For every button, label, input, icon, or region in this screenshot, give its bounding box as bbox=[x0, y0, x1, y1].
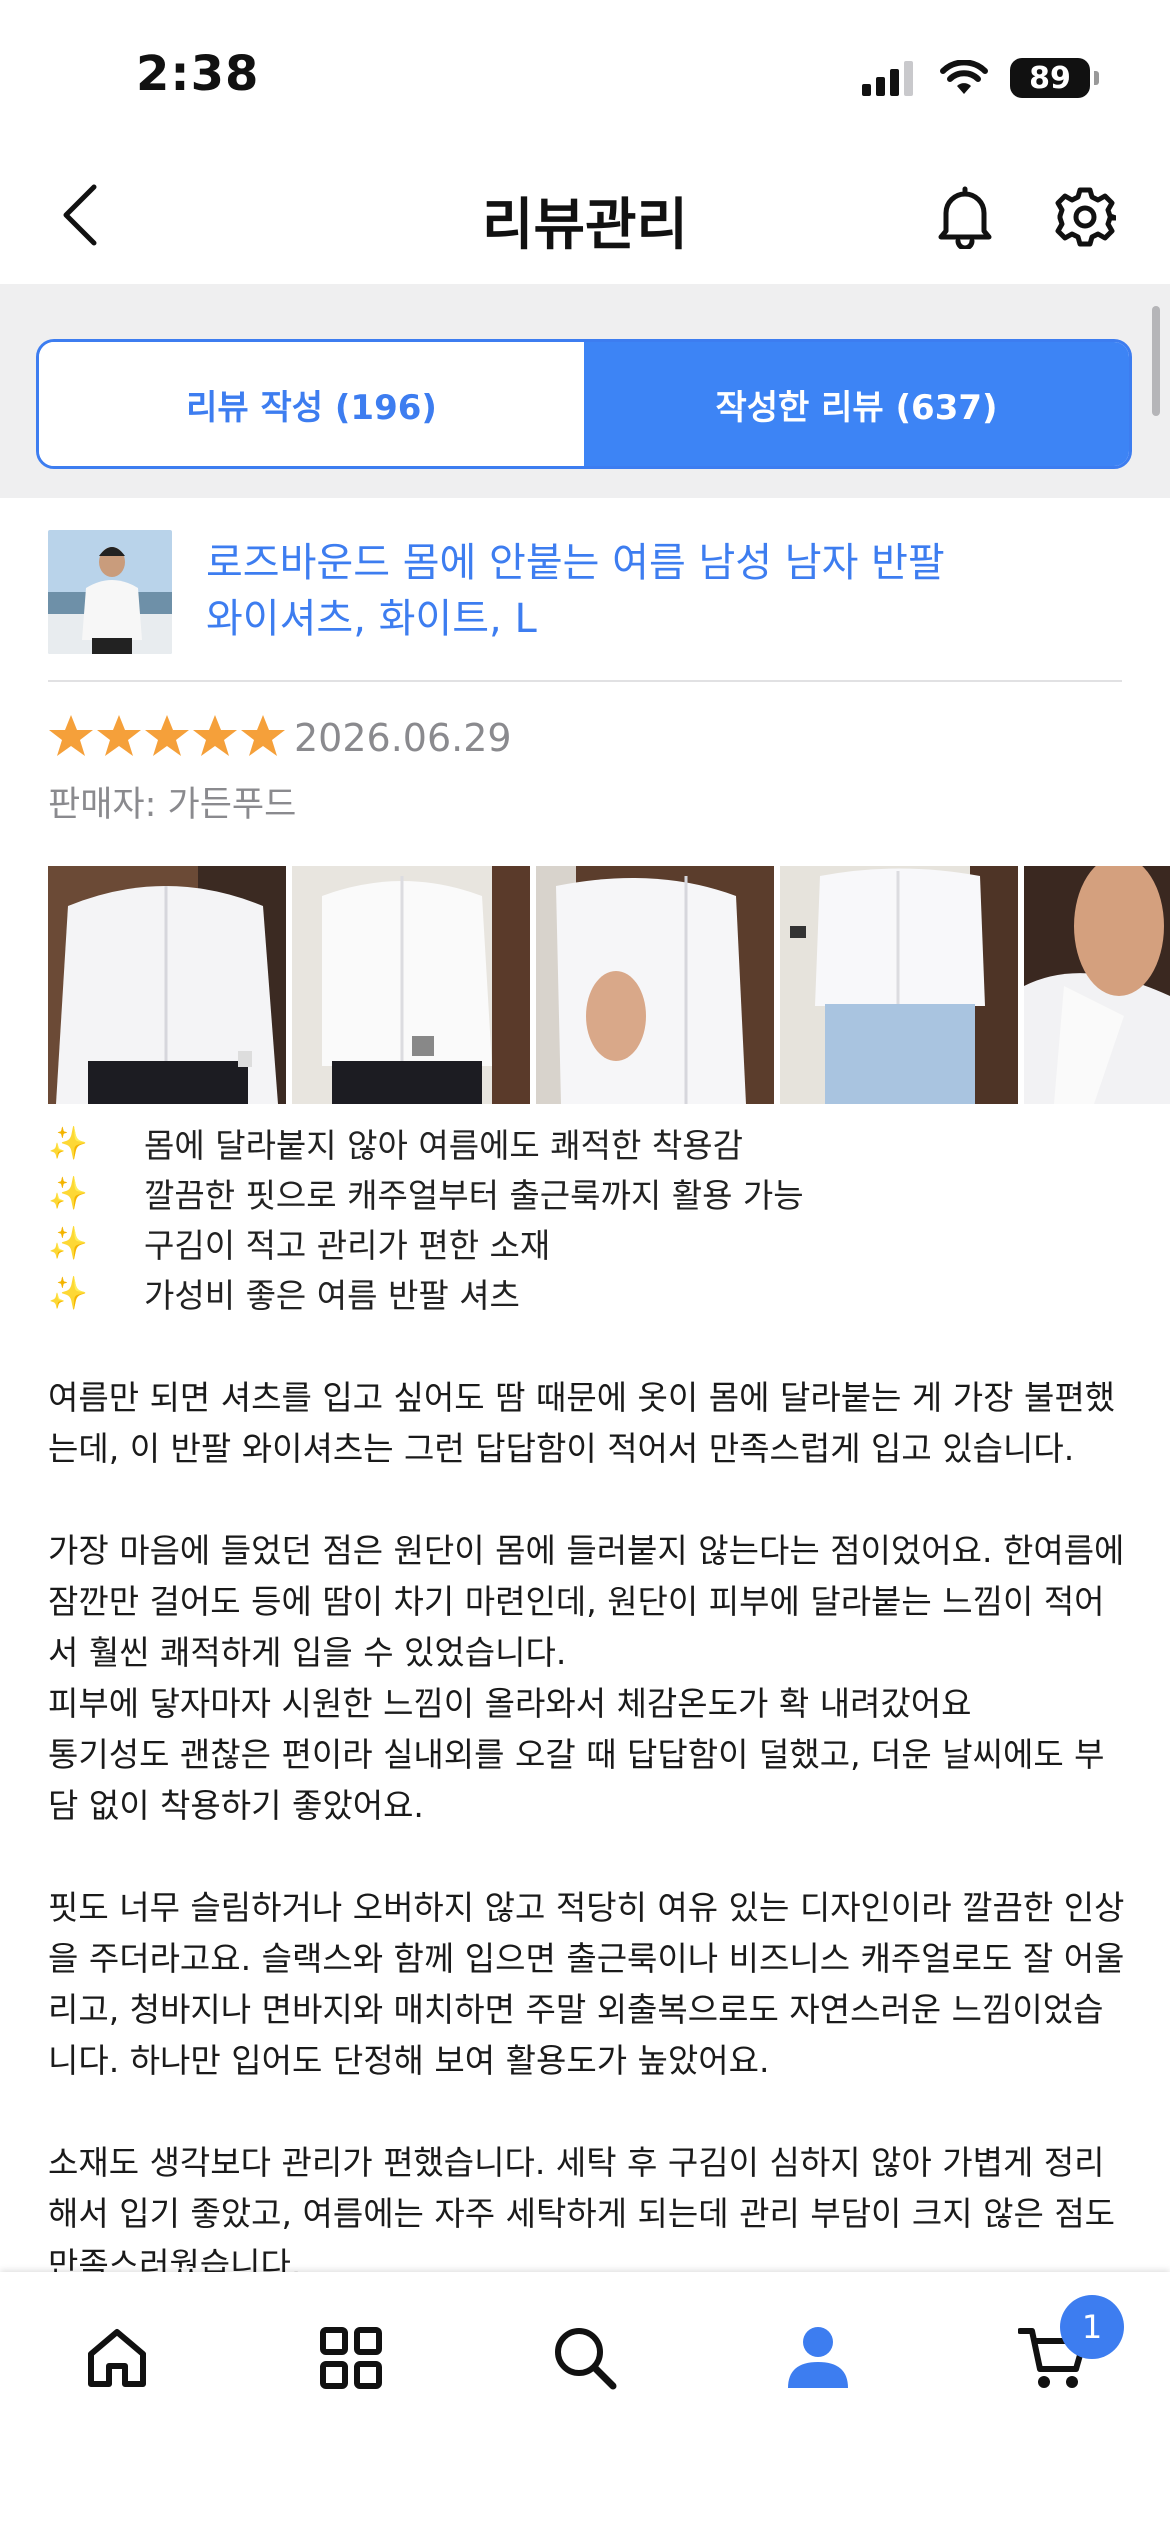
review-photo[interactable] bbox=[292, 866, 530, 1104]
highlight-item: ✨ 깔끔한 핏으로 캐주얼부터 출근룩까지 활용 가능 bbox=[48, 1168, 1128, 1218]
seller-label: 판매자: 가든푸드 bbox=[48, 785, 297, 825]
sparkle-icon: ✨ bbox=[48, 1124, 88, 1162]
sparkle-icon: ✨ bbox=[48, 1224, 88, 1262]
divider bbox=[48, 680, 1122, 682]
tabs-area: 리뷰 작성 (196) 작성한 리뷰 (637) bbox=[0, 284, 1170, 498]
star-icon bbox=[145, 715, 189, 756]
review-highlights: ✨ 몸에 달라붙지 않아 여름에도 쾌적한 착용감 ✨ 깔끔한 핏으로 캐주얼부… bbox=[48, 1118, 1128, 1318]
review-body: 여름만 되면 셔츠를 입고 싶어도 땀 때문에 옷이 몸에 달라붙는 게 가장 … bbox=[48, 1372, 1130, 2341]
product-name[interactable]: 로즈바운드 몸에 안붙는 여름 남성 남자 반팔 와이셔츠, 화이트, L bbox=[206, 535, 1086, 647]
highlight-text: 구김이 적고 관리가 편한 소재 bbox=[144, 1226, 551, 1265]
nav-search[interactable] bbox=[530, 2308, 640, 2408]
profile-icon bbox=[788, 2327, 848, 2388]
sparkle-icon: ✨ bbox=[48, 1274, 88, 1312]
highlight-item: ✨ 몸에 달라붙지 않아 여름에도 쾌적한 착용감 bbox=[48, 1118, 1128, 1168]
highlight-item: ✨ 가성비 좋은 여름 반팔 셔츠 bbox=[48, 1268, 1128, 1318]
nav-my-page[interactable] bbox=[763, 2308, 873, 2408]
scrollbar[interactable] bbox=[1152, 306, 1160, 416]
nav-category[interactable] bbox=[296, 2308, 406, 2408]
category-grid-icon bbox=[320, 2327, 382, 2389]
rating-stars bbox=[48, 714, 286, 758]
review-photo[interactable] bbox=[48, 866, 286, 1104]
review-paragraph: 여름만 되면 셔츠를 입고 싶어도 땀 때문에 옷이 몸에 달라붙는 게 가장 … bbox=[48, 1378, 1116, 1468]
review-paragraph: 통기성도 괜찮은 편이라 실내외를 오갈 때 답답함이 덜했고, 더운 날씨에도… bbox=[48, 1735, 1105, 1825]
review-paragraph: 가장 마음에 들었던 점은 원단이 몸에 들러붙지 않는다는 점이었어요. 한여… bbox=[48, 1531, 1125, 1672]
star-icon bbox=[49, 715, 93, 756]
settings-button[interactable] bbox=[1050, 172, 1120, 262]
tab-written-reviews[interactable]: 작성한 리뷰 (637) bbox=[584, 342, 1129, 466]
highlight-text: 가성비 좋은 여름 반팔 셔츠 bbox=[144, 1276, 520, 1315]
highlight-text: 깔끔한 핏으로 캐주얼부터 출근룩까지 활용 가능 bbox=[144, 1176, 804, 1215]
bottom-nav bbox=[0, 2272, 1170, 2532]
product-name-line1: 로즈바운드 몸에 안붙는 여름 남성 남자 반팔 bbox=[206, 540, 945, 586]
sparkle-icon: ✨ bbox=[48, 1174, 88, 1212]
status-icons: 89 bbox=[862, 54, 1099, 102]
review-photos bbox=[48, 866, 1170, 1104]
review-paragraph: 피부에 닿자마자 시원한 느낌이 올라와서 체감온도가 확 내려갔어요 bbox=[48, 1684, 972, 1723]
search-icon bbox=[555, 2328, 617, 2390]
status-bar: 2:38 89 bbox=[0, 0, 1170, 150]
status-time: 2:38 bbox=[136, 46, 260, 102]
product-thumbnail[interactable] bbox=[48, 530, 172, 654]
highlight-item: ✨ 구김이 적고 관리가 편한 소재 bbox=[48, 1218, 1128, 1268]
review-photo[interactable] bbox=[536, 866, 774, 1104]
star-icon bbox=[193, 715, 237, 756]
review-date: 2026.06.29 bbox=[294, 716, 512, 760]
wifi-icon bbox=[940, 60, 988, 94]
review-tabs: 리뷰 작성 (196) 작성한 리뷰 (637) bbox=[36, 339, 1132, 469]
notifications-button[interactable] bbox=[930, 172, 1000, 262]
review-photo[interactable] bbox=[780, 866, 1018, 1104]
review-photo[interactable] bbox=[1024, 866, 1170, 1104]
review-paragraph: 핏도 너무 슬림하거나 오버하지 않고 적당히 여유 있는 디자인이라 깔끔한 … bbox=[48, 1888, 1125, 2080]
home-icon bbox=[88, 2329, 146, 2387]
tab-write-review[interactable]: 리뷰 작성 (196) bbox=[39, 342, 584, 466]
star-icon bbox=[97, 715, 141, 756]
highlight-text: 몸에 달라붙지 않아 여름에도 쾌적한 착용감 bbox=[144, 1126, 743, 1165]
battery-indicator: 89 bbox=[1010, 58, 1099, 98]
gear-icon bbox=[1055, 187, 1116, 247]
cart-badge: 1 bbox=[1060, 2295, 1124, 2359]
product-name-line2: 와이셔츠, 화이트, L bbox=[206, 596, 537, 642]
review-paragraph: 소재도 생각보다 관리가 편했습니다. 세탁 후 구김이 심하지 않아 가볍게 … bbox=[48, 2143, 1116, 2284]
cellular-signal-icon bbox=[862, 61, 913, 96]
bell-icon bbox=[938, 186, 992, 249]
nav-home[interactable] bbox=[62, 2308, 172, 2408]
header: 리뷰관리 bbox=[0, 150, 1170, 284]
star-icon bbox=[241, 715, 285, 756]
